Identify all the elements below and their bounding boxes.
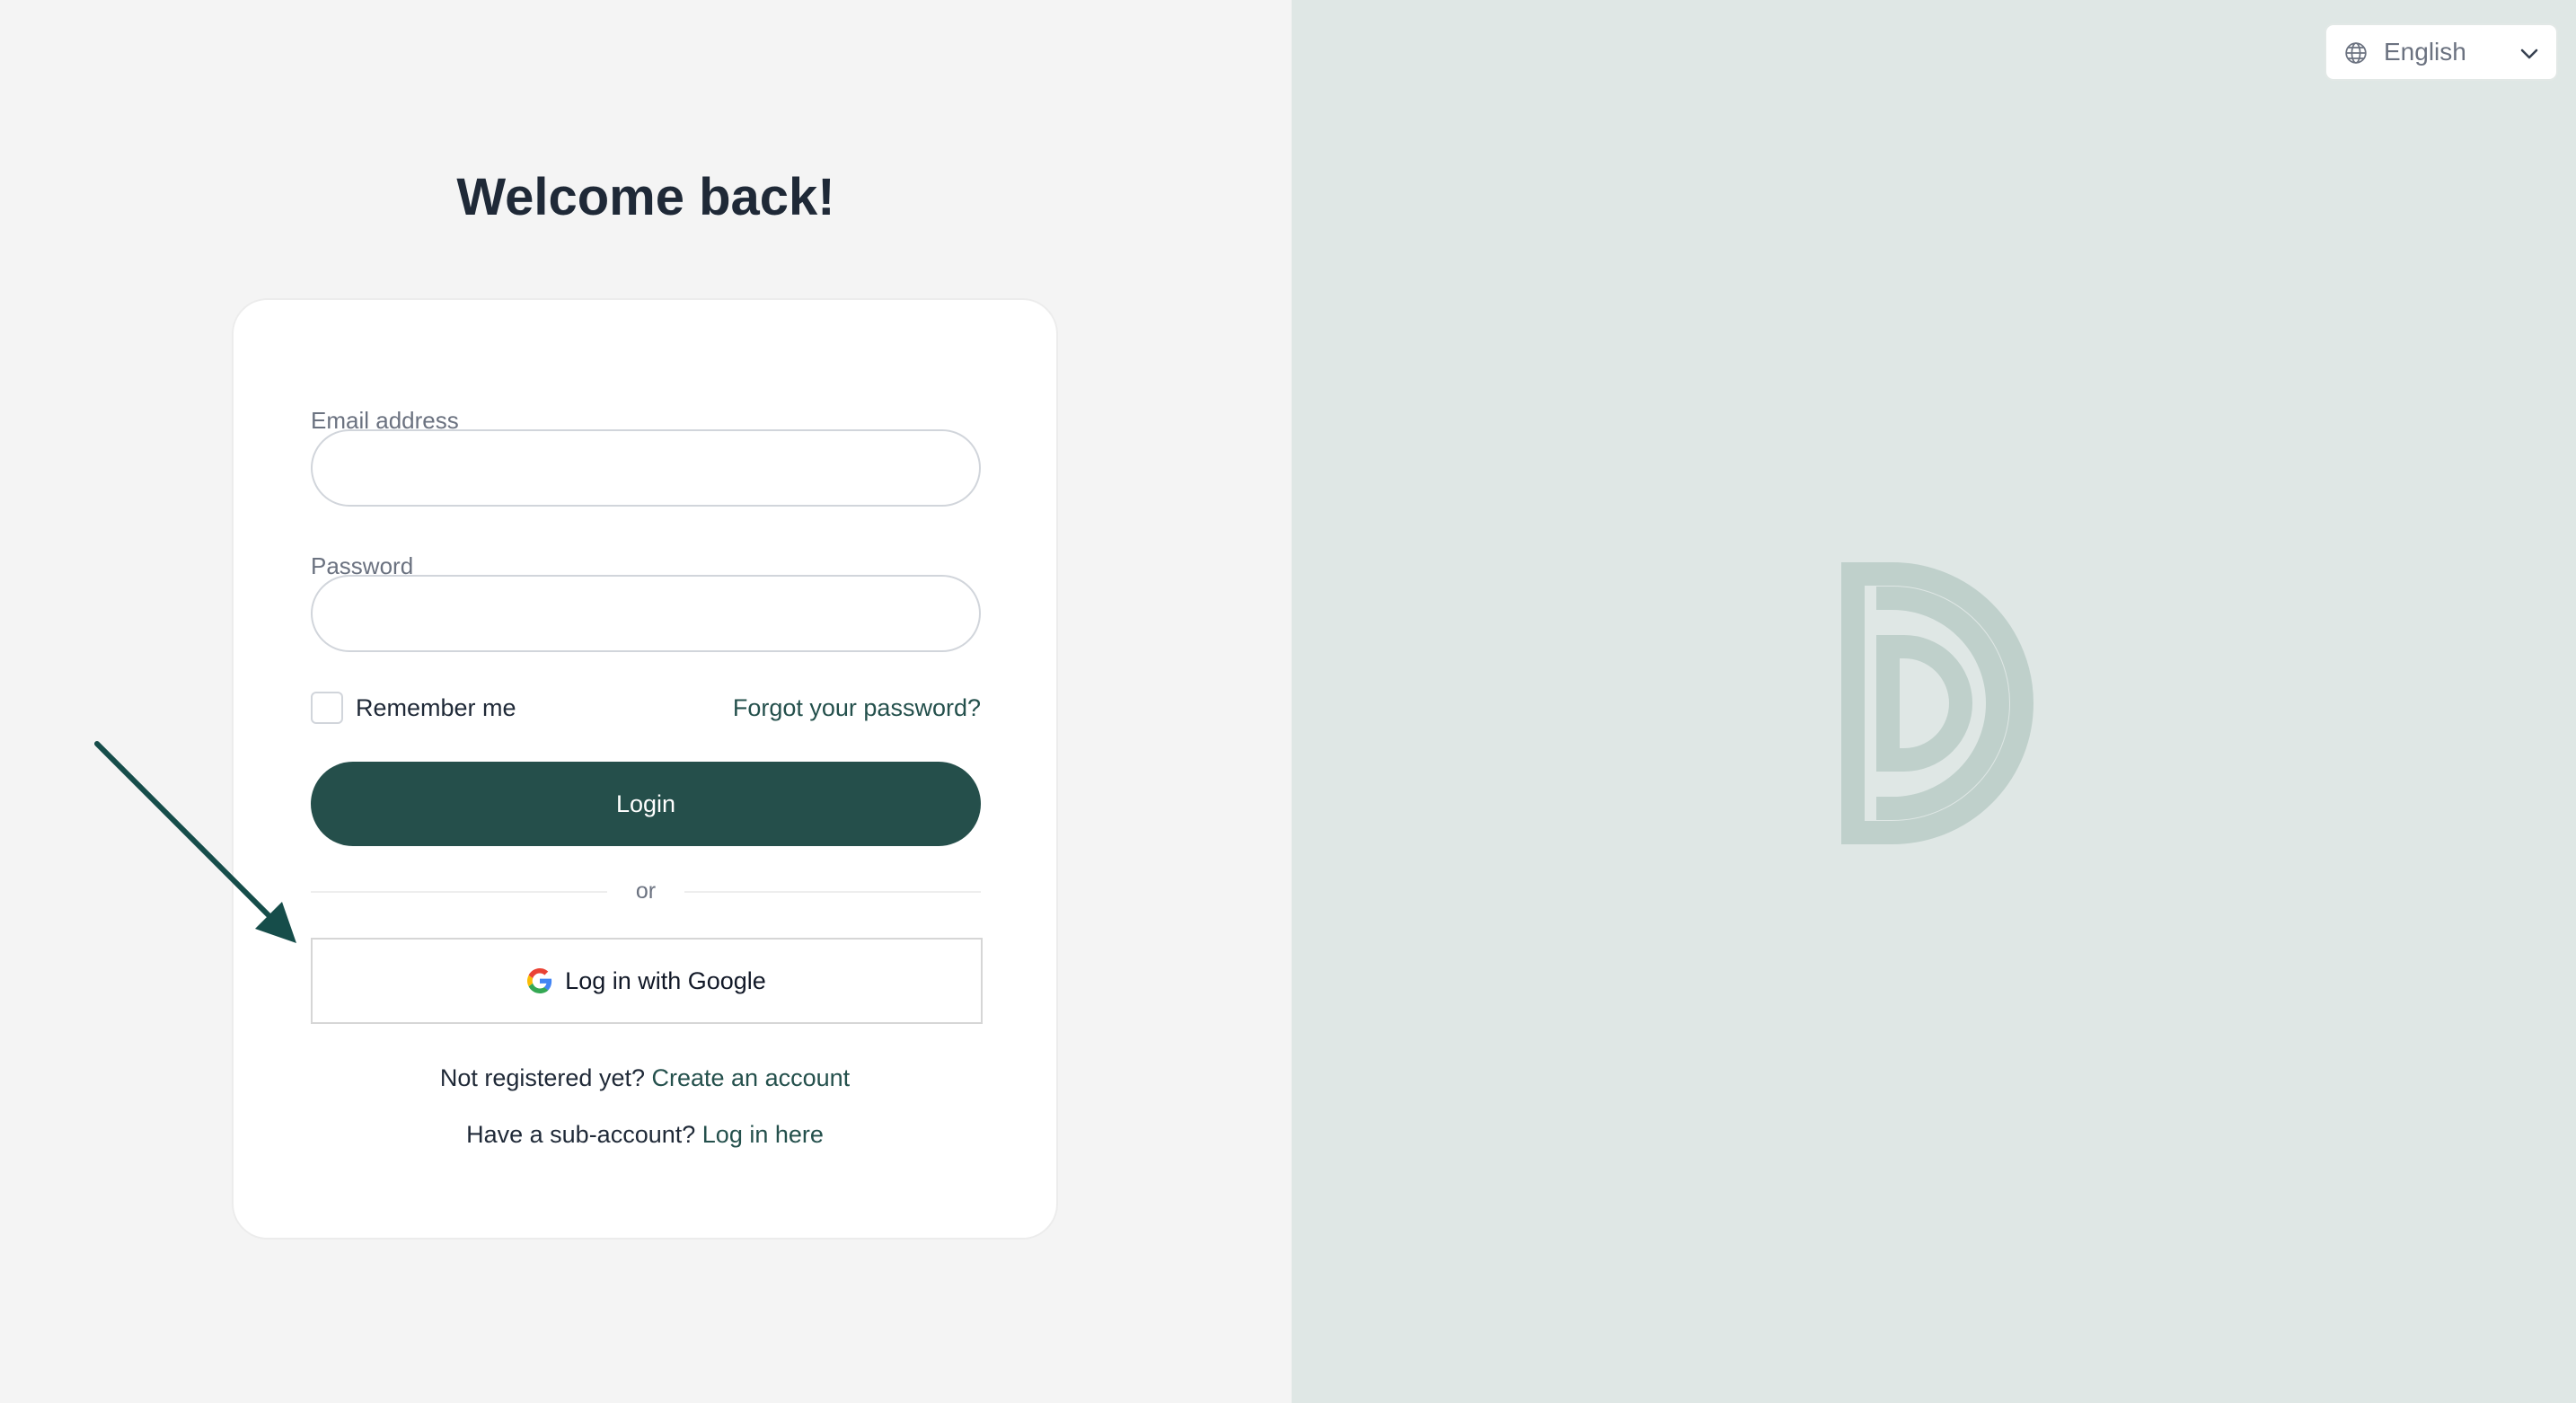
register-prompt: Not registered yet? [439, 1064, 645, 1091]
login-button[interactable]: Login [311, 762, 981, 846]
subaccount-prompt: Have a sub-account? [466, 1121, 696, 1148]
forgot-password-link[interactable]: Forgot your password? [733, 690, 981, 726]
globe-icon [2345, 42, 2367, 64]
chevron-down-icon [2520, 49, 2538, 59]
email-field[interactable] [311, 429, 981, 507]
login-card: Email address Password Remember me Forgo… [232, 298, 1058, 1240]
pointer-arrow-icon [94, 741, 296, 943]
language-label: English [2384, 38, 2466, 66]
create-account-link[interactable]: Create an account [652, 1064, 851, 1091]
subaccount-login-link[interactable]: Log in here [702, 1121, 824, 1148]
remember-label[interactable]: Remember me [356, 690, 516, 726]
page-title: Welcome back! [456, 168, 835, 226]
google-icon [527, 968, 552, 993]
login-panel: Welcome back! Email address Password Rem… [0, 0, 1292, 1403]
password-field[interactable] [311, 575, 981, 652]
google-login-label: Log in with Google [565, 966, 766, 994]
divider-line-right [684, 891, 981, 893]
remember-row: Remember me Forgot your password? [311, 690, 981, 726]
brand-logo-icon [1841, 562, 2033, 844]
remember-checkbox[interactable] [311, 692, 343, 724]
register-line: Not registered yet? Create an account [234, 1060, 1056, 1096]
google-login-button[interactable]: Log in with Google [311, 938, 983, 1024]
language-selector[interactable]: English [2325, 23, 2558, 81]
or-divider: or [311, 873, 981, 909]
subaccount-line: Have a sub-account? Log in here [234, 1116, 1056, 1152]
